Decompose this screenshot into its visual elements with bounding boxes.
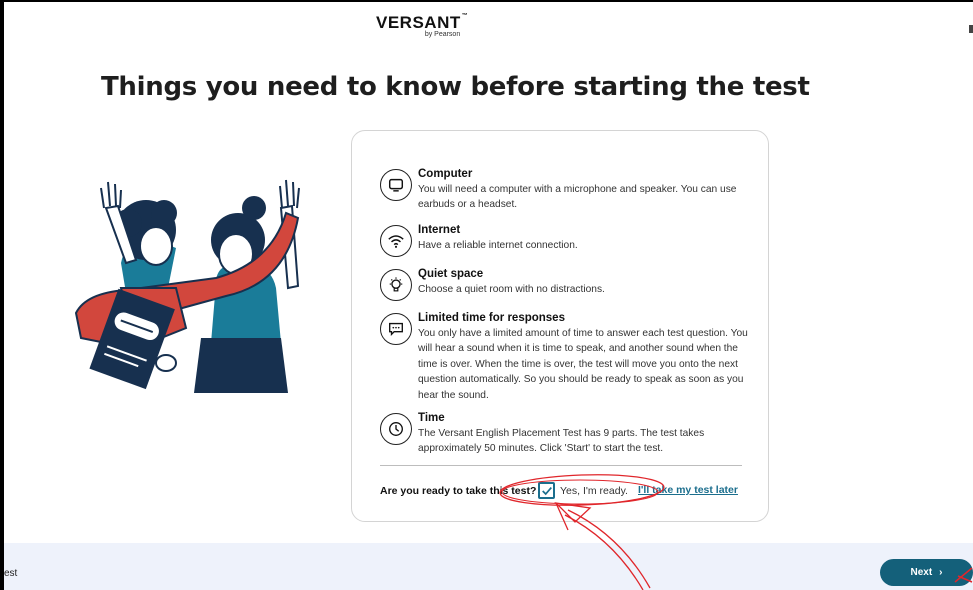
ready-checkbox[interactable] (538, 482, 555, 499)
footer-left-text: est (4, 568, 18, 579)
requirement-title: Quiet space (418, 268, 484, 280)
requirement-desc: You will need a computer with a micropho… (418, 184, 737, 211)
requirement-title: Time (418, 412, 445, 424)
requirement-title: Internet (418, 224, 461, 236)
take-test-later-link[interactable]: I'll take my test later (638, 484, 738, 496)
computer-icon (380, 169, 412, 201)
chevron-right-icon: › (939, 567, 943, 578)
logo-trademark: ™ (461, 13, 469, 19)
page-title: Things you need to know before starting … (101, 72, 810, 102)
requirement-title: Limited time for responses (418, 312, 565, 324)
ready-checkbox-label[interactable]: Yes, I'm ready. (560, 485, 628, 497)
chat-bubble-icon (380, 313, 412, 345)
requirement-item-time: Time The Versant English Placement Test … (380, 411, 750, 457)
checkmark-icon (541, 486, 552, 495)
ready-question: Are you ready to take this test? (380, 485, 537, 497)
ready-confirmation-row: Are you ready to take this test? Yes, I'… (380, 482, 750, 502)
card-divider (380, 465, 742, 466)
next-button[interactable]: Next › (880, 559, 973, 586)
people-cheering-illustration (74, 179, 300, 393)
logo-wordmark: VERSANT (376, 13, 461, 32)
requirement-item-computer: Computer You will need a computer with a… (380, 167, 750, 213)
clock-icon (380, 413, 412, 445)
footer-bar: est Next › (4, 543, 973, 590)
versant-logo: VERSANT™ by Pearson (376, 13, 468, 38)
requirement-item-internet: Internet Have a reliable internet connec… (380, 223, 750, 257)
requirement-title: Computer (418, 168, 473, 180)
edge-marker (969, 25, 973, 33)
next-button-label: Next (910, 567, 933, 578)
requirement-desc: You only have a limited amount of time t… (418, 328, 748, 401)
wifi-icon (380, 225, 412, 257)
lightbulb-icon (380, 269, 412, 301)
requirement-desc: Choose a quiet room with no distractions… (418, 284, 605, 295)
requirement-item-limited-time: Limited time for responses You only have… (380, 311, 750, 403)
requirements-card: Computer You will need a computer with a… (351, 130, 769, 522)
requirement-desc: Have a reliable internet connection. (418, 240, 578, 251)
requirement-item-quiet-space: Quiet space Choose a quiet room with no … (380, 267, 750, 301)
requirement-desc: The Versant English Placement Test has 9… (418, 428, 705, 455)
